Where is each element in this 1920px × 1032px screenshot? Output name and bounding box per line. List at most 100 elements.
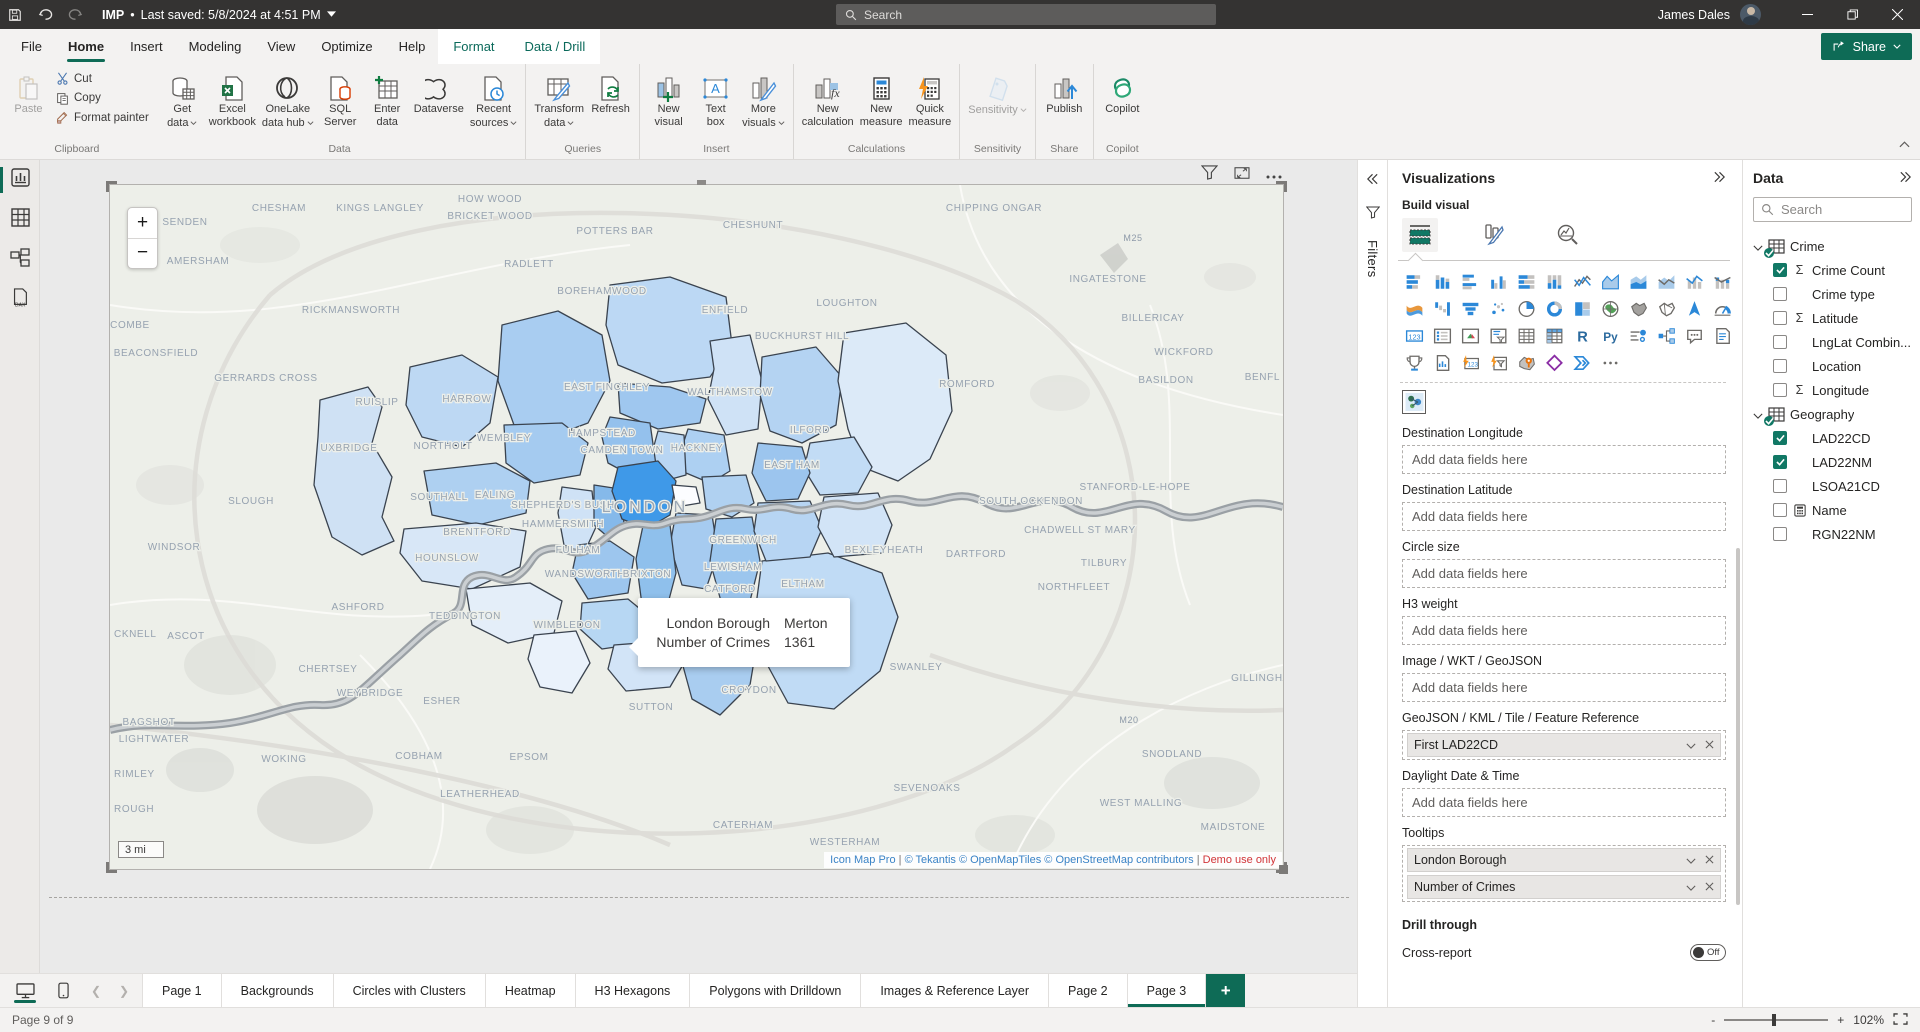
redo-icon[interactable] [60,0,90,29]
copilot-button[interactable]: Copilot [1099,67,1146,116]
avatar[interactable] [1740,4,1761,25]
undo-icon[interactable] [30,0,60,29]
ribbon-tab-format[interactable]: Format [438,29,509,64]
restore-button[interactable] [1830,0,1875,29]
resize-handle[interactable] [1279,865,1288,874]
format-visual-tab[interactable] [1476,218,1512,252]
attribution-credits-link[interactable]: © Tekantis © OpenMapTiles © OpenStreetMa… [905,854,1194,866]
ribbon-tab-file[interactable]: File [8,29,55,64]
page-tab-page-2[interactable]: Page 2 [1049,974,1128,1007]
field-row-latitude[interactable]: ΣLatitude [1753,306,1912,330]
report-view-button[interactable] [0,160,40,200]
field-row-lad22cd[interactable]: LAD22CD [1753,426,1912,450]
global-search-input[interactable]: Search [836,4,1216,25]
excel-workbook-button[interactable]: Excelworkbook [206,67,259,128]
page-tab-page-3[interactable]: Page 3 [1128,974,1207,1007]
visual-type-slicer[interactable] [1486,325,1510,347]
resize-handle[interactable] [1276,181,1287,192]
model-view-button[interactable] [0,240,40,280]
visual-type-smart-narrative[interactable] [1710,325,1734,347]
visual-type-map[interactable] [1598,298,1622,320]
ribbon-tab-view[interactable]: View [254,29,308,64]
data-search-input[interactable]: Search [1753,197,1912,222]
field-checkbox[interactable] [1773,359,1787,373]
visual-type-treemap[interactable] [1570,298,1594,320]
well-tooltips[interactable]: London Borough Number of Crimes [1402,845,1726,902]
onelake-data-hub-button[interactable]: OneLakedata hub [259,67,317,129]
scrollbar[interactable] [1736,548,1740,905]
field-pill-london-borough[interactable]: London Borough [1407,848,1721,872]
visual-type-key-influencers[interactable] [1626,325,1650,347]
field-checkbox[interactable] [1773,311,1787,325]
ribbon-tab-home[interactable]: Home [55,29,117,64]
page-tab-backgrounds[interactable]: Backgrounds [222,974,334,1007]
visual-type-card[interactable]: 123 [1402,325,1426,347]
save-icon[interactable] [0,0,30,29]
sql-server-button[interactable]: SQLServer [317,67,364,128]
new-visual-button[interactable]: Newvisual [645,67,692,128]
page-tab-circles-with-clusters[interactable]: Circles with Clusters [334,974,486,1007]
chevron-down-icon[interactable] [1753,239,1763,254]
table-row-geography[interactable]: Geography [1753,402,1912,426]
visual-type-q-and-a[interactable] [1682,325,1706,347]
dax-query-view-button[interactable]: DAX [0,280,40,320]
visual-type-more-options[interactable] [1598,352,1622,374]
refresh-button[interactable]: Refresh [587,67,634,116]
analytics-tab[interactable] [1550,218,1586,252]
field-checkbox[interactable] [1773,479,1787,493]
table-view-button[interactable] [0,200,40,240]
visual-type-area-chart[interactable] [1598,271,1622,293]
collapse-pane-icon[interactable] [1899,170,1912,186]
chevron-down-icon[interactable] [1753,407,1763,422]
visual-type-ribbon-chart[interactable] [1402,298,1426,320]
visual-type-100-stacked-bar-chart[interactable] [1514,271,1538,293]
visual-type-table[interactable] [1514,325,1538,347]
collapse-ribbon-icon[interactable] [1899,135,1910,153]
chevron-down-icon[interactable] [1686,880,1696,894]
field-pill-first-lad22cd[interactable]: First LAD22CD [1407,733,1721,757]
zoom-slider-handle[interactable] [1772,1014,1776,1026]
text-box-button[interactable]: ATextbox [692,67,739,128]
zoom-out-button[interactable]: − [128,239,157,269]
borough-polygon[interactable] [682,429,730,483]
copy-button[interactable]: Copy [56,89,149,109]
remove-field-icon[interactable] [1705,853,1714,867]
field-row-location[interactable]: Location [1753,354,1912,378]
visual-type-r-script-visual[interactable]: R [1570,325,1594,347]
visual-type-waterfall-chart[interactable] [1430,298,1454,320]
well-image-wkt-geojson[interactable]: Add data fields here [1402,673,1726,702]
visual-type-matrix[interactable] [1542,325,1566,347]
visual-type-icon-map-pro[interactable] [1402,390,1426,414]
ribbon-tab-modeling[interactable]: Modeling [176,29,255,64]
mobile-layout-button[interactable] [50,974,76,1007]
field-checkbox[interactable] [1773,287,1787,301]
ribbon-tab-optimize[interactable]: Optimize [308,29,385,64]
resize-handle[interactable] [106,181,117,192]
more-visuals-button[interactable]: Morevisuals [739,67,788,129]
zoom-slider[interactable] [1724,1019,1828,1021]
resize-handle[interactable] [106,862,117,873]
resize-handle[interactable] [697,180,706,185]
visual-type-line-chart[interactable] [1570,271,1594,293]
ribbon-tab-insert[interactable]: Insert [117,29,176,64]
desktop-layout-button[interactable] [12,974,38,1007]
field-checkbox[interactable] [1773,527,1787,541]
visual-type-pie-chart[interactable] [1514,298,1538,320]
field-row-lsoa21cd[interactable]: LSOA21CD [1753,474,1912,498]
field-checkbox[interactable] [1773,431,1787,445]
dataverse-button[interactable]: Dataverse [411,67,467,116]
attribution-product-link[interactable]: Icon Map Pro [830,854,895,866]
well-circle-size[interactable]: Add data fields here [1402,559,1726,588]
user-name[interactable]: James Dales [1658,8,1730,22]
well-geojson-kml-tile-feature-reference[interactable]: First LAD22CD [1402,730,1726,760]
visual-type-paginated-report[interactable] [1430,352,1454,374]
visual-type-arcgis-map[interactable] [1514,352,1538,374]
build-visual-tab[interactable] [1402,218,1438,252]
filters-pane-title[interactable]: Filters [1365,240,1380,278]
field-checkbox[interactable] [1773,503,1787,517]
field-pill-number-of-crimes[interactable]: Number of Crimes [1407,875,1721,899]
table-row-crime[interactable]: Crime [1753,234,1912,258]
next-page-icon[interactable]: ❯ [116,984,132,998]
visual-type-stacked-area-chart[interactable] [1626,271,1650,293]
well-destination-latitude[interactable]: Add data fields here [1402,502,1726,531]
